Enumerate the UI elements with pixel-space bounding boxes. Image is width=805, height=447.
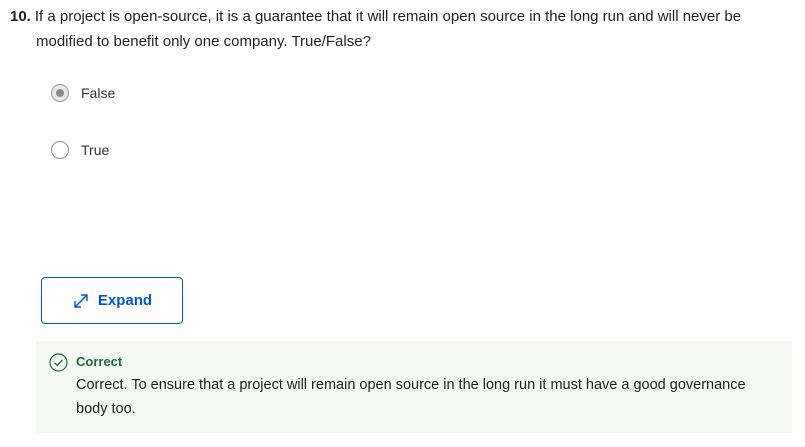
question-block: 10. If a project is open-source, it is a … [10,4,790,54]
quiz-question-page: 10. If a project is open-source, it is a … [0,0,805,447]
option-label: False [81,85,116,101]
option-true[interactable]: True [51,141,109,159]
feedback-status: Correct [76,354,123,369]
feedback-message: Correct. To ensure that a project will r… [76,377,746,417]
expand-button[interactable]: Expand [41,277,183,324]
question-number: 10. [10,8,31,25]
check-circle-icon [49,353,68,372]
radio-button-selected[interactable] [51,84,69,102]
expand-label: Expand [97,292,153,309]
question-text-line1: If a project is open-source, it is a gua… [34,8,742,25]
question-text-line2: modified to benefit only one company. Tr… [36,33,371,50]
option-false[interactable]: False [51,84,115,102]
option-label: True [81,142,110,158]
radio-dot [56,89,64,97]
expand-arrows-icon [74,293,88,308]
feedback-panel: Correct Correct. To ensure that a projec… [36,341,792,433]
radio-button[interactable] [51,141,69,159]
